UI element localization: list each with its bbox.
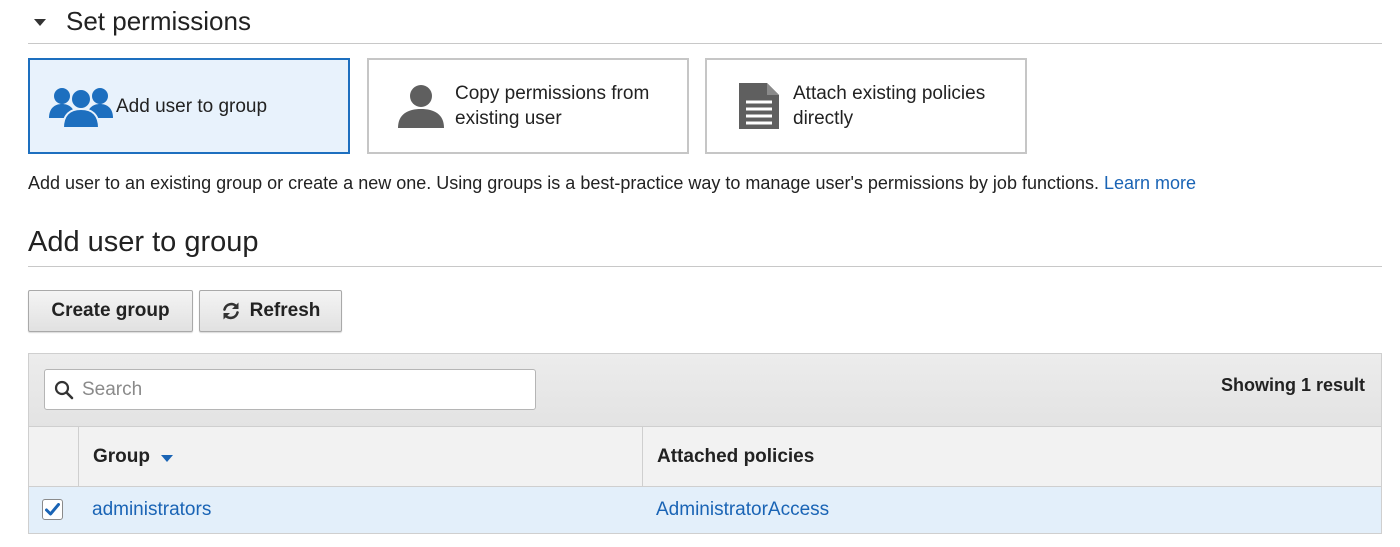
group-section-title: Add user to group <box>28 226 259 258</box>
option-label: Copy permissions from existing user <box>455 83 650 129</box>
search-input[interactable] <box>80 377 504 402</box>
learn-more-link[interactable]: Learn more <box>1104 173 1196 193</box>
row-checkbox[interactable] <box>42 499 63 520</box>
groups-table: Showing 1 result Group Attached policies… <box>28 353 1382 534</box>
group-section-header: Add user to group <box>28 222 1382 267</box>
set-permissions-page: Set permissions Add user to group Copy p… <box>0 0 1400 547</box>
caret-down-icon[interactable] <box>34 19 46 26</box>
option-copy-permissions[interactable]: Copy permissions from existing user <box>367 58 689 154</box>
policy-link[interactable]: AdministratorAccess <box>656 499 829 521</box>
refresh-icon <box>221 301 241 321</box>
result-count: Showing 1 result <box>1220 375 1365 395</box>
create-group-button[interactable]: Create group <box>28 290 193 332</box>
option-add-user-to-group[interactable]: Add user to group <box>28 58 350 154</box>
section-header[interactable]: Set permissions <box>28 0 1382 44</box>
user-icon <box>387 84 455 128</box>
refresh-button[interactable]: Refresh <box>199 290 342 332</box>
option-label: Add user to group <box>116 95 268 117</box>
group-name-link[interactable]: administrators <box>92 499 211 521</box>
table-toolbar: Showing 1 result <box>29 354 1381 427</box>
option-attach-policies[interactable]: Attach existing policies directly <box>705 58 1027 154</box>
header-checkbox-cell <box>29 427 79 486</box>
checkmark-icon <box>45 503 60 516</box>
column-header-group[interactable]: Group <box>79 427 643 486</box>
section-title: Set permissions <box>66 6 251 36</box>
sort-desc-icon[interactable] <box>161 454 173 462</box>
table-header: Group Attached policies <box>29 427 1381 487</box>
column-header-policies: Attached policies <box>657 445 815 467</box>
document-icon <box>725 81 793 131</box>
users-group-icon <box>46 84 116 128</box>
description-text: Add user to an existing group or create … <box>28 173 1197 193</box>
search-icon <box>54 380 74 400</box>
search-box[interactable] <box>44 369 536 410</box>
option-label: Attach existing policies directly <box>793 83 986 129</box>
table-row[interactable]: administrators AdministratorAccess <box>29 487 1381 533</box>
